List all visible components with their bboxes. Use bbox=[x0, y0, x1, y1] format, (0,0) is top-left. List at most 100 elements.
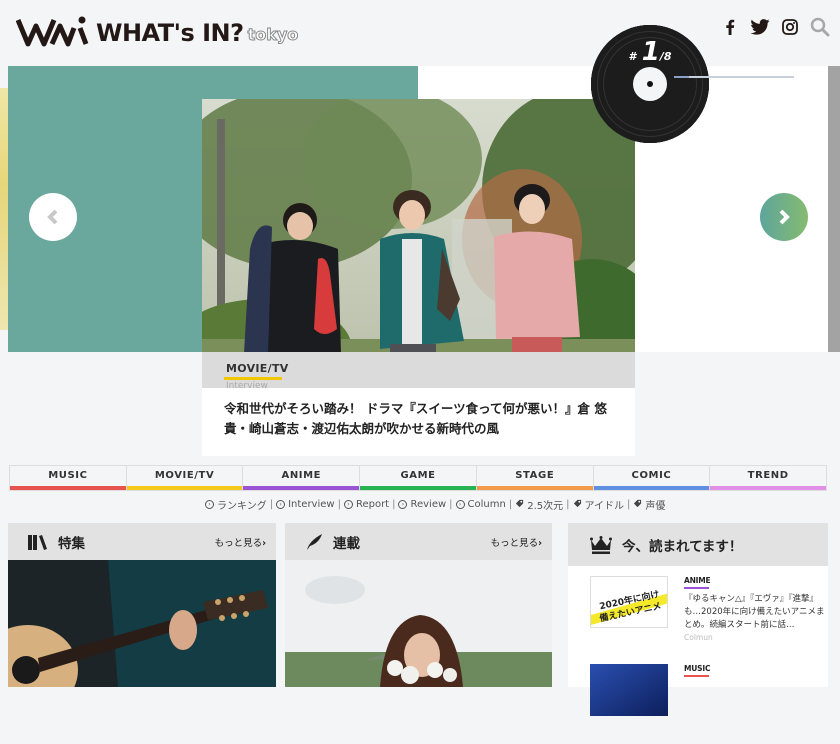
slide-total: /8 bbox=[659, 50, 672, 63]
ranking-item-subcategory: Colmun bbox=[684, 633, 713, 642]
slide-category[interactable]: MOVIE/TV bbox=[226, 362, 289, 375]
sub-nav-label: 声優 bbox=[645, 501, 666, 512]
logo-mark-icon bbox=[16, 16, 89, 47]
sub-nav-label: Report bbox=[355, 499, 390, 510]
ranking-panel: 今、読まれてます！ 2020年に向け 備えたいアニメ ANIME 『ゆるキャン△… bbox=[568, 523, 828, 716]
ranking-item[interactable]: MUSIC bbox=[590, 664, 822, 744]
circle-arrow-icon: › bbox=[398, 500, 408, 509]
series-image[interactable] bbox=[285, 560, 552, 687]
feature-more-label: もっと見る bbox=[214, 537, 263, 549]
twitter-icon[interactable] bbox=[750, 16, 770, 38]
ranking-header: 今、読まれてます！ bbox=[568, 523, 828, 566]
category-tab-movie-tv[interactable]: MOVIE/TV bbox=[125, 465, 243, 491]
tag-icon bbox=[515, 499, 524, 511]
ranking-item-title: 『ゆるキャン△』『エヴァ』『進撃』も…2020年に向け備えたいアニメまとめ。続編… bbox=[684, 594, 825, 630]
series-panel-title: 連載 bbox=[333, 535, 360, 552]
sub-nav-separator: | bbox=[392, 499, 396, 510]
category-color-bar bbox=[476, 486, 593, 490]
circle-arrow-icon: › bbox=[455, 500, 465, 509]
category-nav: MUSIC MOVIE/TV ANIME GAME STAGE COMIC TREND bbox=[9, 465, 828, 491]
series-more-link[interactable]: もっと見る› bbox=[491, 535, 542, 549]
slide-current-number: 1 bbox=[641, 37, 660, 67]
ranking-item-category: MUSIC bbox=[684, 664, 711, 673]
ranking-item[interactable]: 2020年に向け 備えたいアニメ ANIME 『ゆるキャン△』『エヴァ』『進撃』… bbox=[590, 576, 824, 656]
sub-nav-label: ランキング bbox=[217, 501, 267, 512]
category-tab-anime[interactable]: ANIME bbox=[242, 465, 360, 491]
slide-title[interactable]: 令和世代がそろい踏み！ ドラマ『スイーツ食って何が悪い！』倉 悠貴・崎山蒼志・渡… bbox=[224, 399, 624, 439]
slider-prev-button[interactable] bbox=[29, 193, 77, 241]
category-tab-game[interactable]: GAME bbox=[359, 465, 476, 491]
ranking-item-category: ANIME bbox=[684, 576, 711, 585]
sub-nav-link[interactable]: 2.5次元 bbox=[515, 497, 563, 512]
series-panel: 連載 もっと見る› bbox=[285, 523, 552, 687]
sub-nav-label: Column bbox=[467, 499, 506, 510]
feature-panel-title: 特集 bbox=[58, 535, 85, 552]
sub-nav-link[interactable]: › Column bbox=[455, 499, 506, 510]
sub-nav-separator: | bbox=[566, 499, 570, 510]
sub-nav-link[interactable]: アイドル bbox=[573, 497, 625, 512]
facebook-icon[interactable] bbox=[720, 16, 740, 38]
search-icon[interactable] bbox=[810, 16, 830, 38]
feature-more-link[interactable]: もっと見る› bbox=[215, 535, 266, 549]
category-tab-comic[interactable]: COMIC bbox=[592, 465, 710, 491]
slide-counter-record: # 1/8 bbox=[591, 25, 709, 143]
chevron-right-icon: › bbox=[538, 537, 542, 549]
sub-nav-link[interactable]: › ランキング bbox=[205, 497, 267, 512]
circle-arrow-icon: › bbox=[276, 500, 286, 509]
sub-nav-separator: | bbox=[449, 499, 453, 510]
feather-icon bbox=[307, 533, 322, 550]
slider-progress-track bbox=[674, 76, 794, 78]
sub-nav-label: アイドル bbox=[584, 501, 625, 512]
sub-nav-link[interactable]: › Review bbox=[398, 499, 446, 510]
series-panel-header: 連載 もっと見る› bbox=[285, 523, 552, 560]
category-color-bar bbox=[710, 486, 827, 490]
sub-nav-link[interactable]: › Report bbox=[343, 499, 390, 510]
ranking-title: 今、読まれてます！ bbox=[622, 538, 743, 555]
slide-counter-hash: # bbox=[628, 50, 637, 63]
sub-nav-link[interactable]: 声優 bbox=[633, 497, 665, 512]
category-color-bar bbox=[243, 486, 360, 490]
slide-total-number: 8 bbox=[663, 50, 672, 63]
sub-nav-separator: | bbox=[508, 499, 513, 510]
slider-next-button[interactable] bbox=[760, 193, 808, 241]
circle-arrow-icon: › bbox=[205, 500, 214, 509]
slide-image[interactable] bbox=[202, 99, 635, 388]
instagram-icon[interactable] bbox=[780, 16, 800, 38]
category-tab-label: MUSIC bbox=[48, 470, 88, 481]
ranking-item-thumbnail: 2020年に向け 備えたいアニメ bbox=[590, 576, 668, 628]
ranking-item-category-underline bbox=[684, 587, 709, 589]
sub-nav: › ランキング | › Interview | › Report | › Review | › Colum… bbox=[205, 497, 665, 512]
sub-nav-label: Review bbox=[410, 499, 447, 510]
chevron-right-icon bbox=[779, 209, 790, 225]
ranking-item-category-underline bbox=[684, 675, 709, 677]
category-tab-label: MOVIE/TV bbox=[154, 470, 215, 481]
ranking-item-thumbnail bbox=[590, 664, 668, 716]
social-links bbox=[720, 16, 830, 38]
slide-subcategory: Interview bbox=[226, 381, 268, 391]
crown-icon bbox=[590, 535, 612, 554]
feature-image[interactable] bbox=[8, 560, 276, 687]
site-logo[interactable]: WHAT's IN? tokyo bbox=[16, 14, 299, 48]
books-icon bbox=[28, 534, 47, 550]
sub-nav-link[interactable]: › Interview bbox=[276, 499, 335, 510]
category-tab-trend[interactable]: TREND bbox=[709, 465, 828, 491]
sub-nav-label: Interview bbox=[288, 499, 335, 510]
tag-icon bbox=[633, 499, 642, 511]
category-tab-stage[interactable]: STAGE bbox=[475, 465, 593, 491]
category-color-bar bbox=[593, 486, 710, 490]
slide-category-underline bbox=[224, 377, 282, 380]
record-hole bbox=[647, 81, 653, 87]
logo-text: WHAT's IN? bbox=[96, 19, 244, 47]
slider-progress-fill bbox=[674, 76, 689, 78]
slide-counter: # 1/8 bbox=[591, 37, 709, 67]
feature-panel: 特集 もっと見る› bbox=[8, 523, 276, 687]
site-header: WHAT's IN? tokyo bbox=[0, 0, 840, 66]
record-label bbox=[633, 67, 667, 101]
category-color-bar bbox=[10, 486, 126, 490]
tag-icon bbox=[573, 499, 582, 511]
chevron-left-icon bbox=[47, 209, 58, 225]
sub-nav-separator: | bbox=[337, 499, 341, 510]
category-tab-music[interactable]: MUSIC bbox=[9, 465, 126, 491]
feature-panel-header: 特集 もっと見る› bbox=[8, 523, 276, 560]
category-color-bar bbox=[360, 486, 476, 490]
